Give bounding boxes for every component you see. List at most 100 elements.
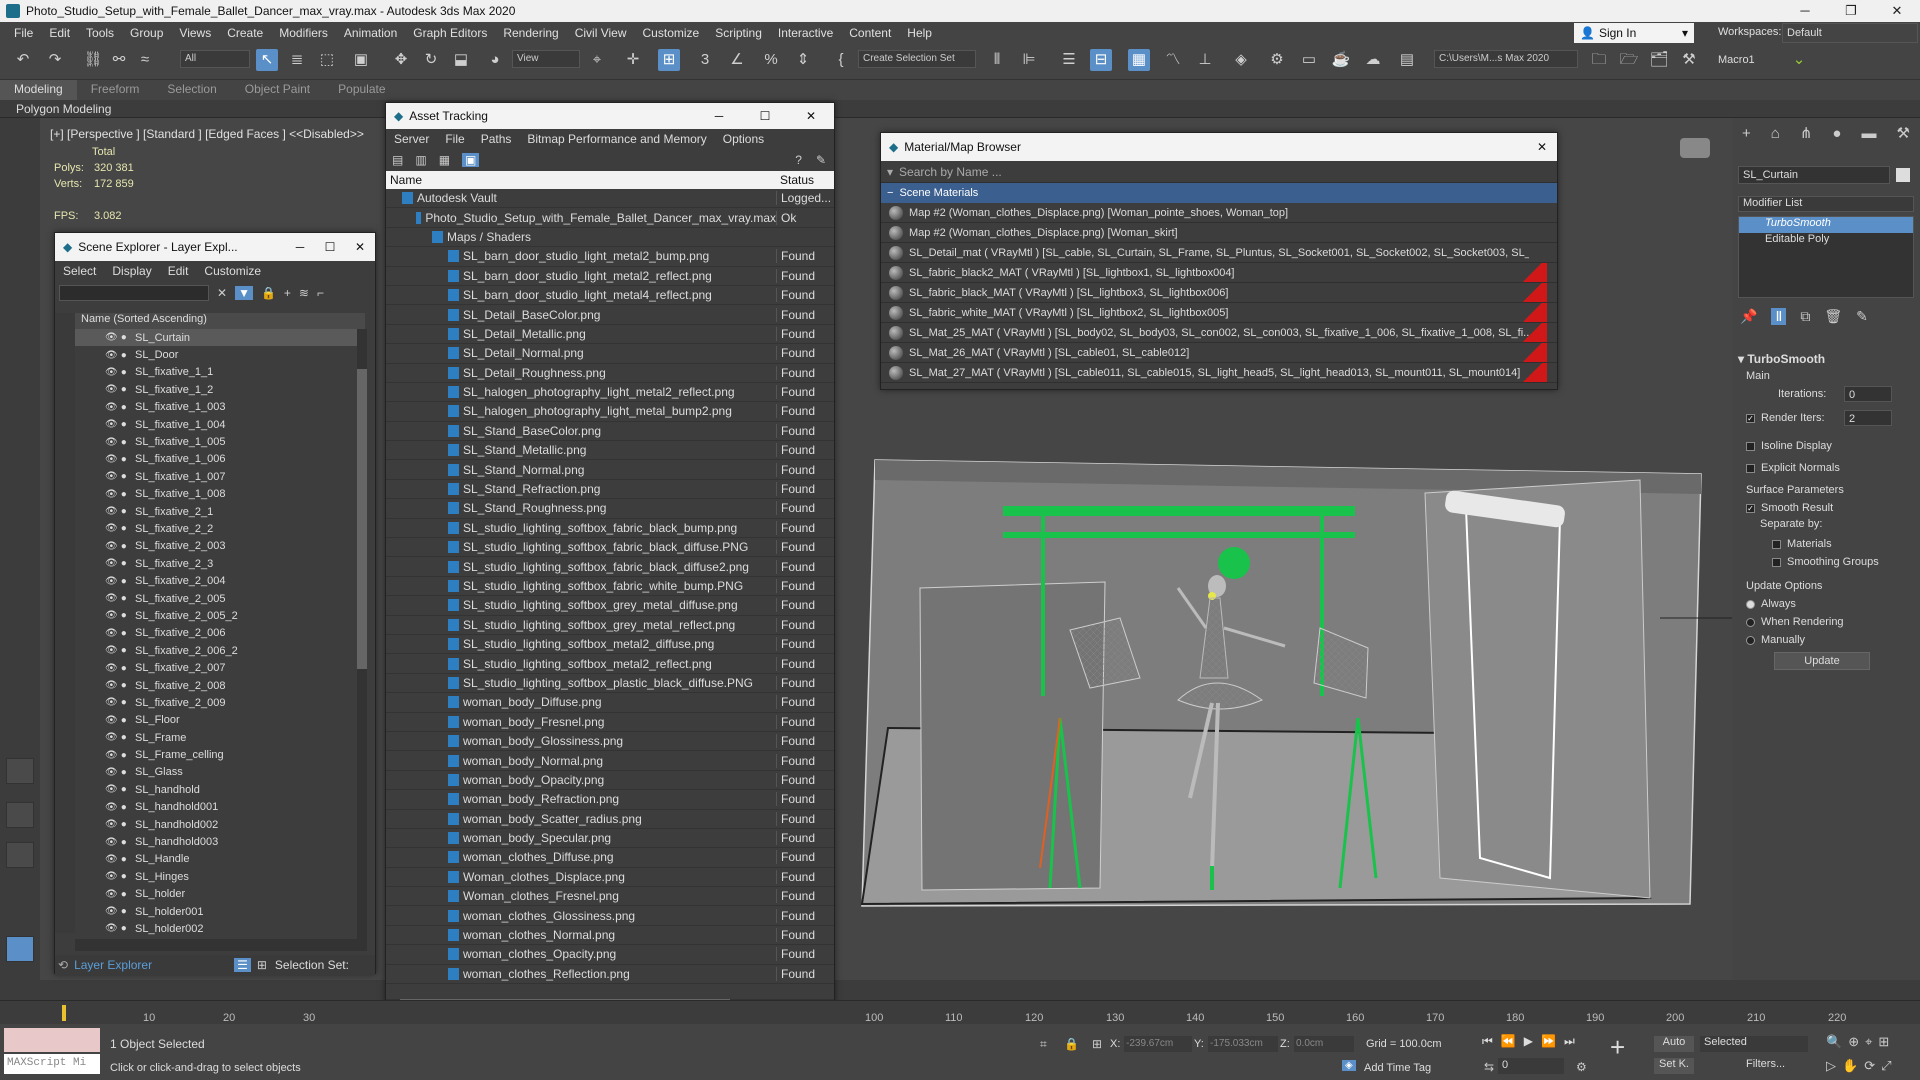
menu-tools[interactable]: Tools [78, 26, 122, 40]
scene-object-row[interactable]: 👁● SL_fixative_2_3 [75, 555, 357, 572]
close-icon[interactable]: ✕ [1527, 140, 1557, 154]
asset-row[interactable]: woman_body_Diffuse.png Found [386, 693, 834, 713]
restore-icon[interactable]: ❐ [1828, 3, 1874, 19]
visibility-icon[interactable]: 👁● [105, 767, 135, 778]
remove-modifier-icon[interactable]: 🗑 [1824, 308, 1842, 325]
scene-object-row[interactable]: 👁● SL_Hinges [75, 868, 357, 885]
add-layer-icon[interactable]: + [284, 286, 291, 300]
show-end-result-icon[interactable]: Ⅱ [1771, 308, 1787, 325]
move-icon[interactable]: ✥ [390, 49, 412, 71]
asset-row[interactable]: SL_Detail_Roughness.png Found [386, 364, 834, 383]
visibility-icon[interactable]: 👁● [105, 645, 135, 656]
current-frame-field[interactable]: 0 [1498, 1058, 1564, 1074]
se-menu-select[interactable]: Select [55, 264, 104, 278]
sort-icon[interactable]: ☰ [234, 958, 251, 972]
menu-edit[interactable]: Edit [41, 26, 78, 40]
asset-row[interactable]: SL_halogen_photography_light_metal2_refl… [386, 383, 834, 403]
sign-in-button[interactable]: 👤 Sign In ▾ [1574, 23, 1694, 43]
select-manipulate-icon[interactable]: ✛ [622, 49, 644, 71]
when-rendering-radio[interactable] [1746, 617, 1755, 627]
prev-frame-icon[interactable]: ⏪ [1501, 1034, 1524, 1048]
at-menu-file[interactable]: File [437, 132, 472, 146]
visibility-icon[interactable]: 👁● [105, 784, 135, 795]
iterations-spinner[interactable]: 0 [1844, 386, 1892, 402]
explicit-normals-checkbox[interactable] [1746, 463, 1755, 473]
scene-object-row[interactable]: 👁● SL_fixative_1_008 [75, 486, 357, 503]
redo-icon[interactable]: ↷ [44, 49, 66, 71]
keyboard-shortcut-override-icon[interactable]: ⊞ [658, 49, 680, 71]
menu-customize[interactable]: Customize [635, 26, 708, 40]
render-iters-spinner[interactable]: 2 [1844, 410, 1892, 426]
scene-object-row[interactable]: 👁● SL_fixative_2_005 [75, 590, 357, 607]
visibility-icon[interactable]: 👁● [105, 489, 135, 500]
scene-object-row[interactable]: 👁● SL_fixative_1_1 [75, 364, 357, 381]
ribbon-tab-object-paint[interactable]: Object Paint [231, 80, 324, 100]
selection-lock-icon[interactable]: 🔒 [1064, 1037, 1079, 1051]
checkin-icon[interactable]: ▦ [439, 153, 450, 167]
make-unique-icon[interactable]: ⧉ [1800, 308, 1810, 325]
always-radio[interactable] [1746, 599, 1755, 609]
time-tag-icon[interactable]: ◈ [1342, 1060, 1356, 1071]
visibility-icon[interactable]: 👁● [105, 506, 135, 517]
asset-row[interactable]: SL_Detail_Metallic.png Found [386, 325, 834, 345]
spinner-snap-icon[interactable]: ⇕ [792, 49, 814, 71]
reference-coordinate-dropdown[interactable]: View [512, 50, 580, 68]
scene-object-row[interactable]: 👁● SL_fixative_2_005_2 [75, 607, 357, 624]
hierarchy-tab-icon[interactable]: ⋔ [1800, 124, 1813, 142]
material-row[interactable]: SL_fabric_black2_MAT ( VRayMtl ) [SL_lig… [881, 263, 1557, 283]
scene-object-row[interactable]: 👁● SL_holder001 [75, 903, 357, 920]
maxscript-listener-top[interactable] [4, 1028, 100, 1052]
visibility-icon[interactable]: 👁● [105, 854, 135, 865]
asset-row[interactable]: SL_studio_lighting_softbox_grey_metal_re… [386, 616, 834, 635]
menu-help[interactable]: Help [899, 26, 940, 40]
asset-row[interactable]: SL_studio_lighting_softbox_grey_metal_di… [386, 596, 834, 616]
viewport-layout-active-icon[interactable] [6, 936, 34, 962]
material-row[interactable]: SL_Mat_26_MAT ( VRayMtl ) [SL_cable01, S… [881, 343, 1557, 363]
asset-row[interactable]: Photo_Studio_Setup_with_Female_Ballet_Da… [386, 208, 834, 228]
asset-row[interactable]: woman_body_Glossiness.png Found [386, 732, 834, 752]
scene-object-row[interactable]: 👁● SL_fixative_1_2 [75, 381, 357, 398]
scene-object-row[interactable]: 👁● SL_fixative_2_004 [75, 572, 357, 589]
visibility-icon[interactable]: 👁● [105, 402, 135, 413]
visibility-icon[interactable]: 👁● [105, 628, 135, 639]
se-menu-edit[interactable]: Edit [160, 264, 197, 278]
at-menu-options[interactable]: Options [715, 132, 772, 146]
scene-object-row[interactable]: 👁● SL_fixative_2_006 [75, 625, 357, 642]
scene-object-row[interactable]: 👁● SL_handhold001 [75, 799, 357, 816]
scene-explorer-toggle-icon[interactable]: ☰ [1058, 49, 1080, 71]
scene-list-scrollbar[interactable] [357, 329, 367, 939]
object-name-field[interactable]: SL_Curtain [1738, 166, 1890, 184]
visibility-icon[interactable]: 👁● [105, 454, 135, 465]
fov-icon[interactable]: ▷ [1826, 1058, 1842, 1073]
visibility-icon[interactable]: 👁● [105, 663, 135, 674]
visibility-icon[interactable]: 👁● [105, 558, 135, 569]
time-slider-marker[interactable] [62, 1005, 66, 1021]
scene-object-row[interactable]: 👁● SL_handhold002 [75, 816, 357, 833]
visibility-icon[interactable]: 👁● [105, 419, 135, 430]
asset-row[interactable]: woman_clothes_Opacity.png Found [386, 945, 834, 965]
save-project-icon[interactable]: 🗂 [1648, 49, 1670, 71]
go-to-start-icon[interactable]: ⏮ [1482, 1034, 1501, 1048]
ribbon-tab-modeling[interactable]: Modeling [0, 80, 77, 100]
material-row[interactable]: SL_Mat_25_MAT ( VRayMtl ) [SL_body02, SL… [881, 323, 1557, 343]
mirror-icon[interactable]: ⫴ [986, 49, 1008, 71]
y-coordinate-field[interactable]: -175.033cm [1208, 1036, 1278, 1052]
scene-object-row[interactable]: 👁● SL_handhold [75, 781, 357, 798]
named-selection-set-dropdown[interactable]: Create Selection Set [858, 50, 976, 68]
menu-content[interactable]: Content [841, 26, 899, 40]
material-editor-icon[interactable]: ◈ [1230, 49, 1252, 71]
asset-row[interactable]: woman_body_Specular.png Found [386, 829, 834, 849]
orbit-icon[interactable]: ⟳ [1864, 1058, 1881, 1073]
scene-object-row[interactable]: 👁● SL_fixative_1_006 [75, 451, 357, 468]
pin-icon[interactable]: ✎ [816, 153, 826, 167]
zoom-extents-icon[interactable]: ⌖ [1865, 1034, 1878, 1049]
object-color-swatch[interactable] [1896, 168, 1910, 182]
asset-row[interactable]: woman_body_Normal.png Found [386, 751, 834, 771]
material-search-input[interactable]: Search by Name ... [899, 165, 1002, 179]
pivot-center-icon[interactable]: ⌖ [586, 49, 608, 71]
name-column-header[interactable]: Name (Sorted Ascending) [75, 313, 365, 329]
asset-row[interactable]: woman_clothes_Normal.png Found [386, 926, 834, 946]
asset-row[interactable]: SL_studio_lighting_softbox_metal2_diffus… [386, 635, 834, 655]
material-row[interactable]: Map #2 (Woman_clothes_Displace.png) [Wom… [881, 223, 1557, 243]
material-row[interactable]: SL_fabric_white_MAT ( VRayMtl ) [SL_ligh… [881, 303, 1557, 323]
